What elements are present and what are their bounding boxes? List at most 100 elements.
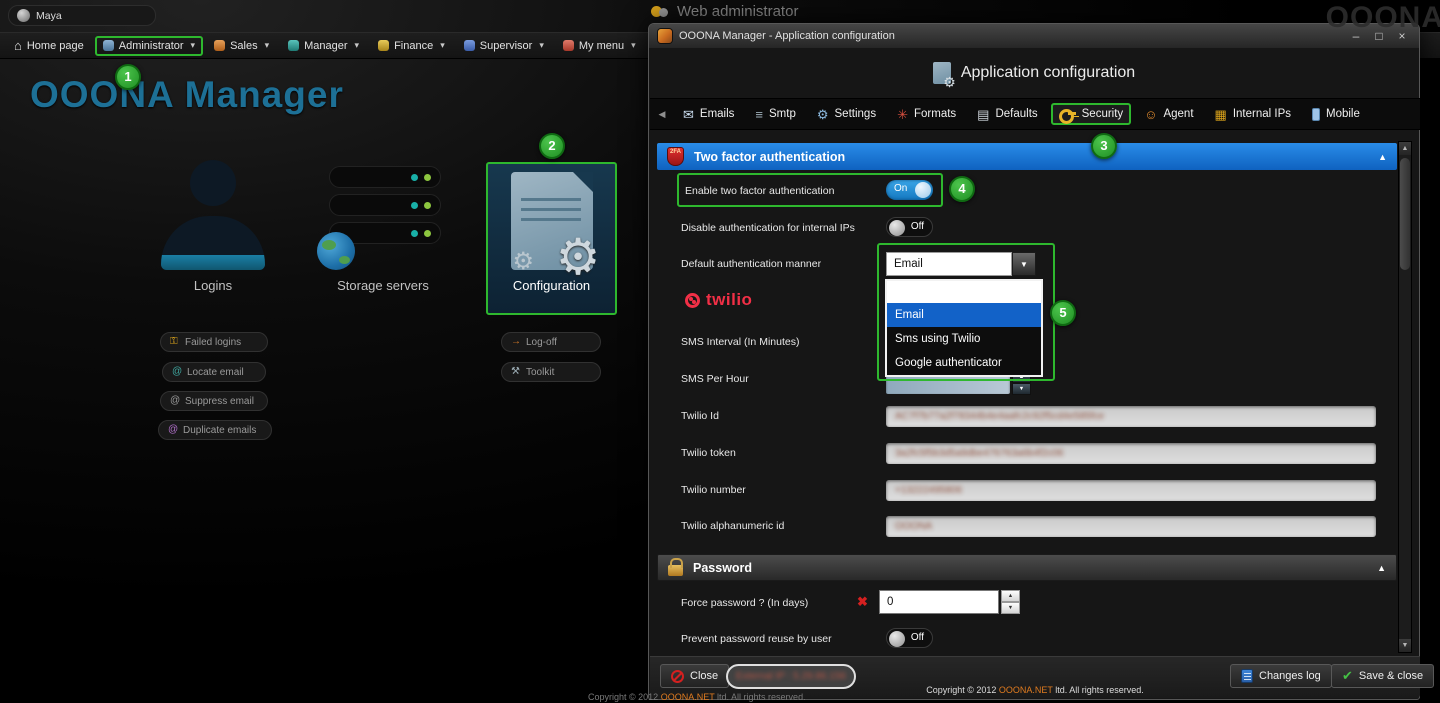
key-icon	[1059, 109, 1076, 120]
annotation-1: 1	[115, 64, 141, 90]
tab-security[interactable]: Security	[1051, 103, 1132, 125]
administrator-icon	[103, 40, 114, 51]
toggle-knob	[889, 220, 905, 236]
spinner-down-icon[interactable]	[1012, 383, 1031, 395]
menu-item-home-page[interactable]: Home page	[6, 34, 92, 57]
internal-ips-icon	[1215, 108, 1227, 121]
dropdown-option-blank[interactable]	[887, 281, 1041, 303]
watermark-logo: OOONA	[1326, 1, 1440, 35]
masked-value: OOONA	[895, 521, 932, 532]
finance-icon	[378, 40, 389, 51]
disable-internal-toggle[interactable]: Off	[886, 217, 933, 237]
app-icon	[658, 29, 672, 43]
menu-item-finance[interactable]: Finance	[370, 36, 453, 56]
tab-internal-ips[interactable]: Internal IPs	[1207, 103, 1299, 126]
brand-name: OOONA.NET	[661, 692, 715, 702]
page-title-text: Web administrator	[677, 3, 798, 20]
tile-logins[interactable]: Logins	[138, 160, 288, 293]
gear-icon: ⚙	[556, 232, 601, 282]
user-chip[interactable]: Maya	[8, 5, 156, 26]
dropdown-option-email[interactable]: Email	[887, 303, 1041, 327]
prevent-reuse-toggle[interactable]: Off	[886, 628, 933, 648]
log-off-button[interactable]: → Log-off	[501, 332, 601, 352]
server-stack-icon	[317, 160, 449, 270]
twilio-id-field[interactable]: AC7f7b77a2f78344b4e4aafc2c92f5cd4e585fce	[886, 406, 1376, 427]
duplicate-emails-icon: @	[168, 425, 178, 435]
force-password-input[interactable]: 0	[879, 590, 999, 614]
masked-value: AC7f7b77a2f78344b4e4aafc2c92f5cd4e585fce	[895, 411, 1104, 422]
twilio-token-field[interactable]: 3a2fc5f5b3d5a9dbe476763a6b4f2c06	[886, 443, 1376, 464]
spinner-up-icon[interactable]	[1001, 590, 1020, 602]
manager-icon	[288, 40, 299, 51]
auth-manner-value: Email	[886, 252, 1012, 276]
suppress-email-icon: @	[170, 396, 180, 406]
tab-emails[interactable]: Emails	[675, 103, 742, 126]
tab-bar: Emails Smtp Settings Formats Defaults Se…	[650, 98, 1420, 130]
twilio-alphanumeric-field[interactable]: OOONA	[886, 516, 1376, 537]
suppress-email-button[interactable]: @ Suppress email	[160, 391, 268, 411]
tile-storage-label: Storage servers	[308, 278, 458, 293]
dropdown-arrow-icon[interactable]	[1012, 252, 1036, 276]
tab-agent[interactable]: Agent	[1136, 103, 1201, 126]
twilio-logo: twilio	[685, 290, 752, 310]
scrollbar-thumb[interactable]	[1400, 158, 1410, 270]
masked-value: 3a2fc5f5b3d5a9dbe476763a6b4f2c06	[895, 448, 1064, 459]
tab-formats[interactable]: Formats	[889, 103, 964, 126]
failed-logins-icon: ⚿	[170, 337, 180, 347]
toolkit-wrench-icon: ⚒	[511, 367, 521, 377]
changes-log-button[interactable]: Changes log	[1230, 664, 1332, 688]
user-name: Maya	[36, 10, 62, 22]
twilio-number-field[interactable]: +13222495806	[886, 480, 1376, 501]
toolkit-button[interactable]: ⚒ Toolkit	[501, 362, 601, 382]
tab-smtp[interactable]: Smtp	[747, 103, 803, 126]
twilio-number-label: Twilio number	[681, 484, 746, 496]
twilio-id-label: Twilio Id	[681, 410, 719, 422]
menu-item-administrator[interactable]: Administrator	[95, 36, 203, 56]
collapse-arrow-icon[interactable]: ▲	[1377, 563, 1386, 573]
auth-manner-label: Default authentication manner	[681, 258, 821, 270]
scroll-down-icon[interactable]	[1399, 639, 1411, 652]
prevent-reuse-label: Prevent password reuse by user	[681, 633, 832, 645]
cancel-circle-icon	[671, 670, 684, 683]
enable-twofa-toggle[interactable]: On	[886, 180, 933, 200]
failed-logins-button[interactable]: ⚿ Failed logins	[160, 332, 268, 352]
page-copyright: Copyright © 2012 OOONA.NET ltd. All righ…	[588, 692, 806, 702]
dropdown-option-sms-twilio[interactable]: Sms using Twilio	[887, 327, 1041, 351]
scroll-up-icon[interactable]	[1399, 142, 1411, 155]
menu-item-supervisor[interactable]: Supervisor	[456, 36, 552, 56]
dialog-title: OOONA Manager - Application configuratio…	[679, 30, 1341, 42]
dropdown-option-google-auth[interactable]: Google authenticator	[887, 351, 1041, 375]
dialog-header-text: Application configuration	[961, 64, 1135, 82]
sms-interval-label: SMS Interval (In Minutes)	[681, 336, 799, 348]
menu-item-my-menu[interactable]: My menu	[555, 36, 644, 56]
defaults-icon	[977, 108, 989, 121]
my-menu-icon	[563, 40, 574, 51]
tile-storage-servers[interactable]: Storage servers	[308, 160, 458, 293]
tab-settings[interactable]: Settings	[809, 103, 884, 126]
menu-item-sales[interactable]: Sales	[206, 36, 277, 56]
dialog-titlebar[interactable]: OOONA Manager - Application configuratio…	[649, 24, 1419, 48]
spinner-down-icon[interactable]	[1001, 602, 1020, 614]
enable-twofa-label: Enable two factor authentication	[685, 185, 834, 197]
locate-email-button[interactable]: @ Locate email	[162, 362, 266, 382]
tile-configuration[interactable]: ⚙ ⚙ Configuration	[486, 162, 617, 315]
password-section-header[interactable]: Password ▲	[657, 554, 1397, 581]
collapse-arrow-icon[interactable]: ▲	[1378, 152, 1387, 162]
tab-mobile[interactable]: Mobile	[1304, 103, 1368, 126]
twofa-section-header[interactable]: 2FA Two factor authentication ▲	[657, 143, 1397, 170]
annotation-4: 4	[949, 176, 975, 202]
dialog-header: Application configuration	[649, 62, 1419, 84]
duplicate-emails-button[interactable]: @ Duplicate emails	[158, 420, 272, 440]
menu-item-manager[interactable]: Manager	[280, 36, 367, 56]
configuration-document-icon: ⚙ ⚙	[511, 172, 593, 270]
formats-icon	[897, 108, 908, 121]
vertical-scrollbar[interactable]	[1398, 141, 1412, 653]
force-password-spinner[interactable]	[1001, 590, 1020, 614]
force-password-label: Force password ? (In days)	[681, 597, 808, 609]
tab-scroll-left-icon[interactable]	[654, 109, 670, 120]
administrator-people-icon	[650, 4, 670, 19]
auth-manner-select[interactable]: Email	[886, 252, 1036, 276]
tab-defaults[interactable]: Defaults	[969, 103, 1045, 126]
save-close-button[interactable]: Save & close	[1331, 664, 1434, 688]
agent-person-icon	[1144, 108, 1157, 121]
